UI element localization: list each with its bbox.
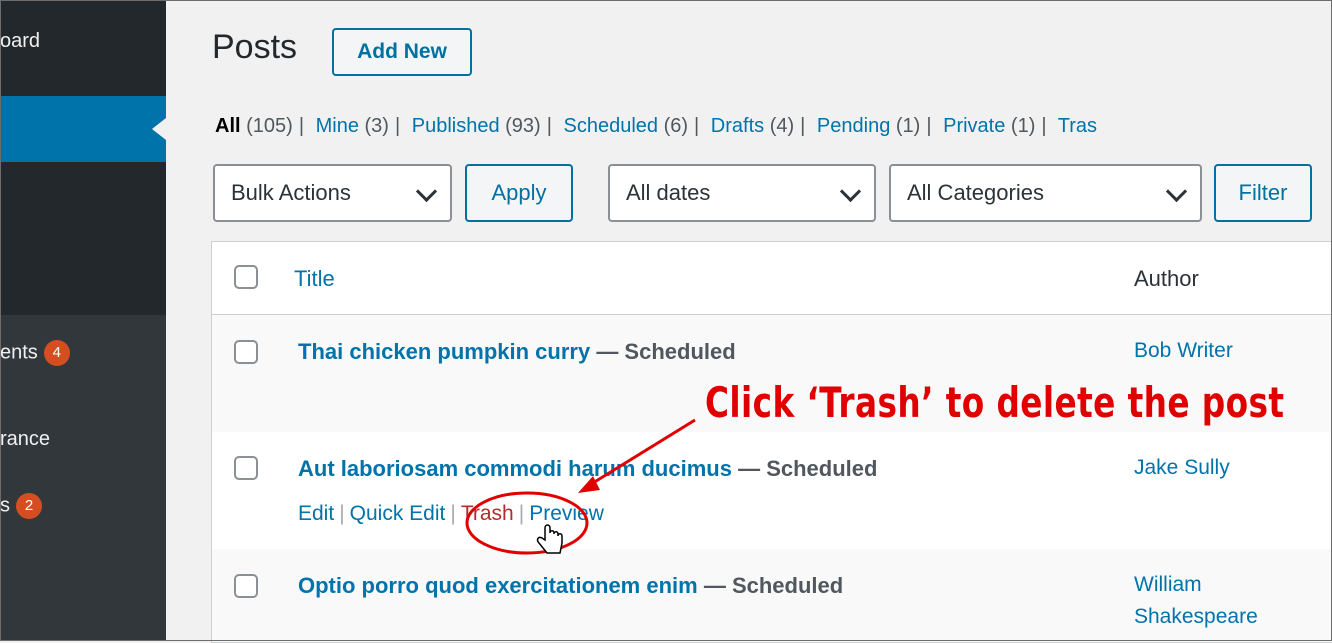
screenshot-border <box>0 0 1332 641</box>
